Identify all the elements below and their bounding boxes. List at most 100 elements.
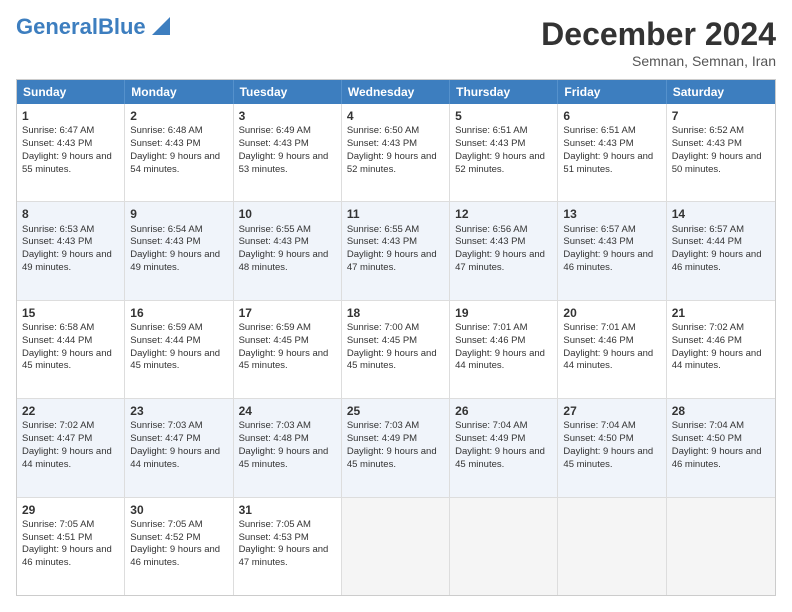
sunset-text: Sunset: 4:43 PM [22,138,92,149]
sunrise-text: Sunrise: 7:04 AM [563,420,635,431]
day-number: 6 [563,108,660,124]
day-number: 20 [563,305,660,321]
sunset-text: Sunset: 4:46 PM [563,335,633,346]
sunset-text: Sunset: 4:51 PM [22,532,92,543]
daylight-text: Daylight: 9 hours and 45 minutes. [239,348,329,372]
sunset-text: Sunset: 4:44 PM [22,335,92,346]
sunset-text: Sunset: 4:43 PM [239,138,309,149]
calendar-cell: 14 Sunrise: 6:57 AM Sunset: 4:44 PM Dayl… [667,202,775,299]
daylight-text: Daylight: 9 hours and 51 minutes. [563,151,653,175]
daylight-text: Daylight: 9 hours and 45 minutes. [130,348,220,372]
sunset-text: Sunset: 4:44 PM [130,335,200,346]
sunrise-text: Sunrise: 7:01 AM [563,322,635,333]
sunrise-text: Sunrise: 7:03 AM [130,420,202,431]
sunset-text: Sunset: 4:43 PM [347,138,417,149]
sunrise-text: Sunrise: 6:55 AM [347,224,419,235]
sunset-text: Sunset: 4:48 PM [239,433,309,444]
day-number: 25 [347,403,444,419]
day-number: 17 [239,305,336,321]
sunrise-text: Sunrise: 7:03 AM [347,420,419,431]
calendar-cell: 24 Sunrise: 7:03 AM Sunset: 4:48 PM Dayl… [234,399,342,496]
day-number: 4 [347,108,444,124]
sunrise-text: Sunrise: 6:49 AM [239,125,311,136]
day-number: 7 [672,108,770,124]
sunrise-text: Sunrise: 6:47 AM [22,125,94,136]
calendar-cell: 7 Sunrise: 6:52 AM Sunset: 4:43 PM Dayli… [667,104,775,201]
sunrise-text: Sunrise: 6:58 AM [22,322,94,333]
sunset-text: Sunset: 4:43 PM [347,236,417,247]
logo-blue: Blue [98,14,146,39]
sunrise-text: Sunrise: 6:54 AM [130,224,202,235]
day-number: 29 [22,502,119,518]
daylight-text: Daylight: 9 hours and 45 minutes. [22,348,112,372]
daylight-text: Daylight: 9 hours and 45 minutes. [455,446,545,470]
day-number: 24 [239,403,336,419]
calendar-cell: 17 Sunrise: 6:59 AM Sunset: 4:45 PM Dayl… [234,301,342,398]
calendar-cell: 2 Sunrise: 6:48 AM Sunset: 4:43 PM Dayli… [125,104,233,201]
weekday-header: Sunday [17,80,125,104]
page: GeneralBlue December 2024 Semnan, Semnan… [0,0,792,612]
day-number: 31 [239,502,336,518]
sunrise-text: Sunrise: 6:56 AM [455,224,527,235]
daylight-text: Daylight: 9 hours and 49 minutes. [130,249,220,273]
calendar-cell: 22 Sunrise: 7:02 AM Sunset: 4:47 PM Dayl… [17,399,125,496]
calendar-cell: 25 Sunrise: 7:03 AM Sunset: 4:49 PM Dayl… [342,399,450,496]
calendar: SundayMondayTuesdayWednesdayThursdayFrid… [16,79,776,596]
sunrise-text: Sunrise: 6:48 AM [130,125,202,136]
daylight-text: Daylight: 9 hours and 47 minutes. [455,249,545,273]
sunset-text: Sunset: 4:47 PM [130,433,200,444]
calendar-cell: 23 Sunrise: 7:03 AM Sunset: 4:47 PM Dayl… [125,399,233,496]
sunset-text: Sunset: 4:43 PM [130,138,200,149]
weekday-header: Saturday [667,80,775,104]
weekday-header: Wednesday [342,80,450,104]
sunrise-text: Sunrise: 7:02 AM [22,420,94,431]
sunset-text: Sunset: 4:52 PM [130,532,200,543]
sunrise-text: Sunrise: 6:57 AM [563,224,635,235]
day-number: 14 [672,206,770,222]
calendar-cell: 29 Sunrise: 7:05 AM Sunset: 4:51 PM Dayl… [17,498,125,595]
day-number: 15 [22,305,119,321]
day-number: 21 [672,305,770,321]
sunrise-text: Sunrise: 7:04 AM [455,420,527,431]
calendar-cell: 12 Sunrise: 6:56 AM Sunset: 4:43 PM Dayl… [450,202,558,299]
daylight-text: Daylight: 9 hours and 55 minutes. [22,151,112,175]
calendar-row: 29 Sunrise: 7:05 AM Sunset: 4:51 PM Dayl… [17,498,775,595]
day-number: 8 [22,206,119,222]
day-number: 19 [455,305,552,321]
calendar-cell: 31 Sunrise: 7:05 AM Sunset: 4:53 PM Dayl… [234,498,342,595]
sunset-text: Sunset: 4:43 PM [672,138,742,149]
daylight-text: Daylight: 9 hours and 54 minutes. [130,151,220,175]
daylight-text: Daylight: 9 hours and 44 minutes. [455,348,545,372]
day-number: 3 [239,108,336,124]
day-number: 1 [22,108,119,124]
daylight-text: Daylight: 9 hours and 46 minutes. [130,544,220,568]
calendar-cell: 11 Sunrise: 6:55 AM Sunset: 4:43 PM Dayl… [342,202,450,299]
sunset-text: Sunset: 4:53 PM [239,532,309,543]
calendar-cell: 26 Sunrise: 7:04 AM Sunset: 4:49 PM Dayl… [450,399,558,496]
day-number: 23 [130,403,227,419]
calendar-cell: 27 Sunrise: 7:04 AM Sunset: 4:50 PM Dayl… [558,399,666,496]
sunset-text: Sunset: 4:50 PM [672,433,742,444]
month-title: December 2024 [541,16,776,53]
calendar-cell: 8 Sunrise: 6:53 AM Sunset: 4:43 PM Dayli… [17,202,125,299]
calendar-cell: 6 Sunrise: 6:51 AM Sunset: 4:43 PM Dayli… [558,104,666,201]
day-number: 11 [347,206,444,222]
daylight-text: Daylight: 9 hours and 48 minutes. [239,249,329,273]
calendar-row: 1 Sunrise: 6:47 AM Sunset: 4:43 PM Dayli… [17,104,775,202]
sunset-text: Sunset: 4:43 PM [130,236,200,247]
daylight-text: Daylight: 9 hours and 49 minutes. [22,249,112,273]
sunrise-text: Sunrise: 6:51 AM [455,125,527,136]
sunset-text: Sunset: 4:46 PM [672,335,742,346]
sunset-text: Sunset: 4:43 PM [455,138,525,149]
sunrise-text: Sunrise: 7:00 AM [347,322,419,333]
calendar-cell: 21 Sunrise: 7:02 AM Sunset: 4:46 PM Dayl… [667,301,775,398]
sunset-text: Sunset: 4:49 PM [347,433,417,444]
weekday-header: Monday [125,80,233,104]
calendar-cell: 13 Sunrise: 6:57 AM Sunset: 4:43 PM Dayl… [558,202,666,299]
logo-arrow-icon [148,17,170,35]
calendar-cell: 18 Sunrise: 7:00 AM Sunset: 4:45 PM Dayl… [342,301,450,398]
day-number: 16 [130,305,227,321]
sunrise-text: Sunrise: 6:52 AM [672,125,744,136]
daylight-text: Daylight: 9 hours and 45 minutes. [239,446,329,470]
calendar-cell-empty [342,498,450,595]
